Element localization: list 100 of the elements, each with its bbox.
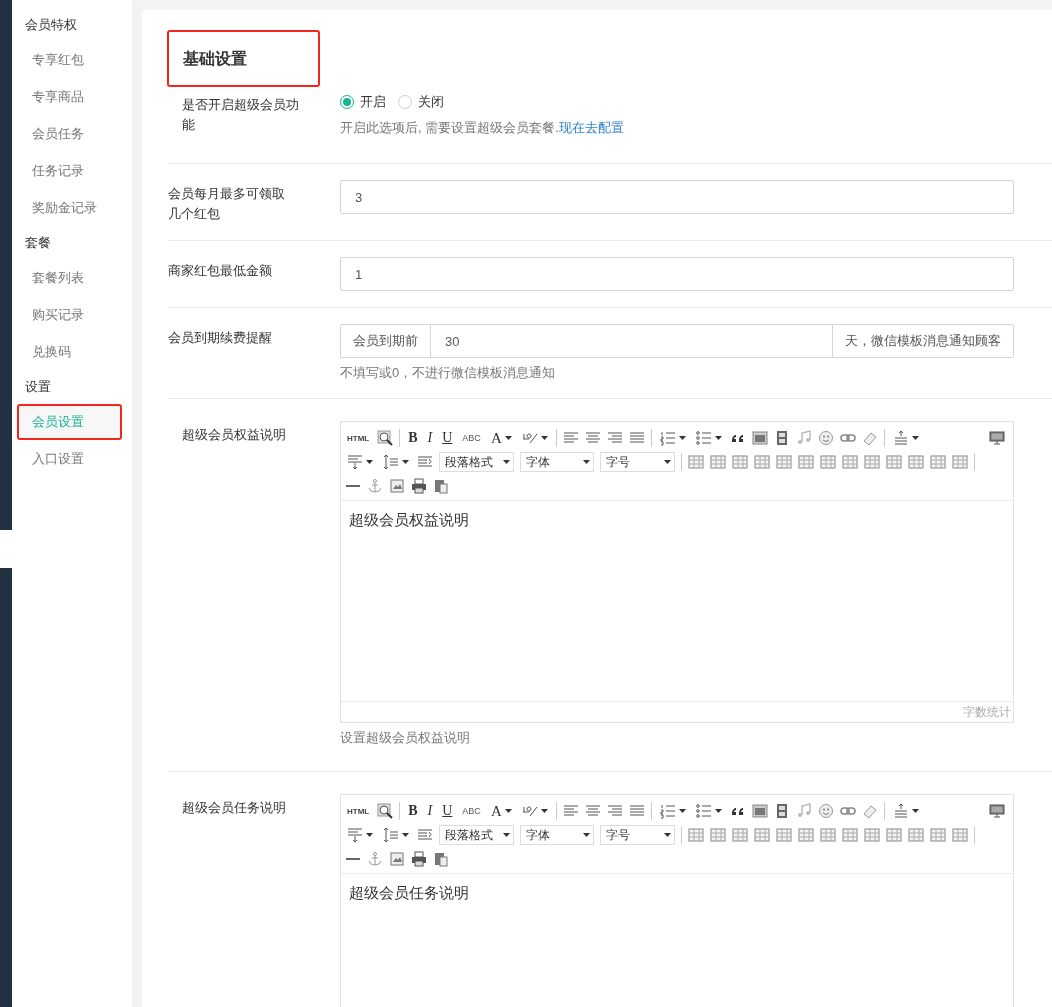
line-spacing-icon[interactable] — [383, 454, 399, 470]
strikethrough-button[interactable]: ABC — [460, 428, 483, 448]
sidebar-item[interactable]: 兑换码 — [17, 334, 122, 370]
paragraph-spacing-icon[interactable] — [347, 454, 363, 470]
table-icon[interactable] — [842, 827, 858, 843]
align-right-icon[interactable] — [606, 803, 623, 819]
sidebar-item[interactable]: 会员任务 — [17, 116, 122, 152]
font-color-button[interactable]: A — [488, 428, 514, 448]
numbered-list-icon[interactable] — [659, 803, 676, 819]
monitor-icon[interactable] — [989, 430, 1005, 446]
text-highlight-icon[interactable] — [521, 430, 538, 446]
table-icon[interactable] — [798, 827, 814, 843]
sidebar-item[interactable]: 入口设置 — [17, 441, 122, 477]
numbered-list-icon[interactable] — [659, 430, 676, 446]
table-icon[interactable] — [908, 454, 924, 470]
table-icon[interactable] — [710, 454, 726, 470]
sidebar-item[interactable]: 套餐列表 — [17, 260, 122, 296]
table-icon[interactable] — [952, 454, 968, 470]
line-spacing-icon[interactable] — [383, 827, 399, 843]
eraser-icon[interactable] — [861, 430, 878, 446]
bold-button[interactable]: B — [406, 428, 420, 448]
magnifier-icon[interactable] — [377, 803, 394, 819]
table-icon[interactable] — [798, 454, 814, 470]
picture-icon[interactable] — [389, 851, 405, 867]
editor-text[interactable]: 超级会员任务说明 — [349, 884, 469, 901]
table-icon[interactable] — [930, 827, 946, 843]
image-icon[interactable] — [751, 430, 768, 446]
table-icon[interactable] — [908, 827, 924, 843]
table-icon[interactable] — [886, 827, 902, 843]
paste-icon[interactable] — [433, 851, 449, 867]
paragraph-spacing-icon[interactable] — [347, 827, 363, 843]
printer-icon[interactable] — [411, 851, 427, 867]
font-color-button[interactable]: A — [488, 801, 514, 821]
align-center-icon[interactable] — [584, 430, 601, 446]
table-icon[interactable] — [886, 454, 902, 470]
picture-icon[interactable] — [389, 478, 405, 494]
smiley-icon[interactable] — [817, 430, 834, 446]
table-icon[interactable] — [952, 827, 968, 843]
justify-icon[interactable] — [628, 803, 645, 819]
dropdown-select[interactable]: 字号 — [600, 825, 675, 845]
table-icon[interactable] — [930, 454, 946, 470]
radio-label[interactable]: 关闭 — [418, 93, 444, 111]
bullet-list-icon[interactable] — [695, 430, 712, 446]
table-icon[interactable] — [820, 827, 836, 843]
table-icon[interactable] — [864, 827, 880, 843]
anchor-icon[interactable] — [367, 851, 383, 867]
html-source-button[interactable]: HTML — [345, 428, 372, 448]
image-icon[interactable] — [751, 803, 768, 819]
indent-icon[interactable] — [417, 827, 433, 843]
radio-label[interactable]: 开启 — [360, 93, 386, 111]
line-height-icon[interactable] — [892, 803, 909, 819]
align-center-icon[interactable] — [584, 803, 601, 819]
table-icon[interactable] — [864, 454, 880, 470]
music-note-icon[interactable] — [795, 803, 812, 819]
table-icon[interactable] — [710, 827, 726, 843]
table-icon[interactable] — [776, 454, 792, 470]
sidebar-item[interactable]: 专享红包 — [17, 42, 122, 78]
dropdown-select[interactable]: 字号 — [600, 452, 675, 472]
eraser-icon[interactable] — [861, 803, 878, 819]
italic-button[interactable]: I — [425, 801, 435, 821]
html-source-button[interactable]: HTML — [345, 801, 372, 821]
dropdown-select[interactable]: 段落格式 — [439, 452, 514, 472]
editor-text[interactable]: 超级会员权益说明 — [349, 511, 469, 528]
text-highlight-icon[interactable] — [521, 803, 538, 819]
table-icon[interactable] — [754, 827, 770, 843]
smiley-icon[interactable] — [817, 803, 834, 819]
table-icon[interactable] — [688, 454, 704, 470]
table-icon[interactable] — [732, 827, 748, 843]
align-left-icon[interactable] — [562, 430, 579, 446]
indent-icon[interactable] — [417, 454, 433, 470]
anchor-icon[interactable] — [367, 478, 383, 494]
sidebar-item[interactable]: 奖励金记录 — [17, 190, 122, 226]
monitor-icon[interactable] — [989, 803, 1005, 819]
dropdown-select[interactable]: 段落格式 — [439, 825, 514, 845]
table-icon[interactable] — [688, 827, 704, 843]
input-field[interactable]: 1 — [340, 257, 1014, 291]
dropdown-select[interactable]: 字体 — [520, 825, 594, 845]
underline-button[interactable]: U — [440, 428, 455, 448]
input-field[interactable]: 3 — [340, 180, 1014, 214]
magnifier-icon[interactable] — [377, 430, 394, 446]
table-icon[interactable] — [776, 827, 792, 843]
table-icon[interactable] — [842, 454, 858, 470]
bold-button[interactable]: B — [406, 801, 420, 821]
underline-button[interactable]: U — [440, 801, 455, 821]
table-icon[interactable] — [820, 454, 836, 470]
sidebar-item[interactable]: 任务记录 — [17, 153, 122, 189]
table-icon[interactable] — [732, 454, 748, 470]
sidebar-item[interactable]: 购买记录 — [17, 297, 122, 333]
input-field[interactable]: 30 — [430, 324, 833, 358]
italic-button[interactable]: I — [425, 428, 435, 448]
dropdown-select[interactable]: 字体 — [520, 452, 594, 472]
bullet-list-icon[interactable] — [695, 803, 712, 819]
music-note-icon[interactable] — [795, 430, 812, 446]
justify-icon[interactable] — [628, 430, 645, 446]
printer-icon[interactable] — [411, 478, 427, 494]
strikethrough-button[interactable]: ABC — [460, 801, 483, 821]
align-left-icon[interactable] — [562, 803, 579, 819]
paste-icon[interactable] — [433, 478, 449, 494]
align-right-icon[interactable] — [606, 430, 623, 446]
line-height-icon[interactable] — [892, 430, 909, 446]
